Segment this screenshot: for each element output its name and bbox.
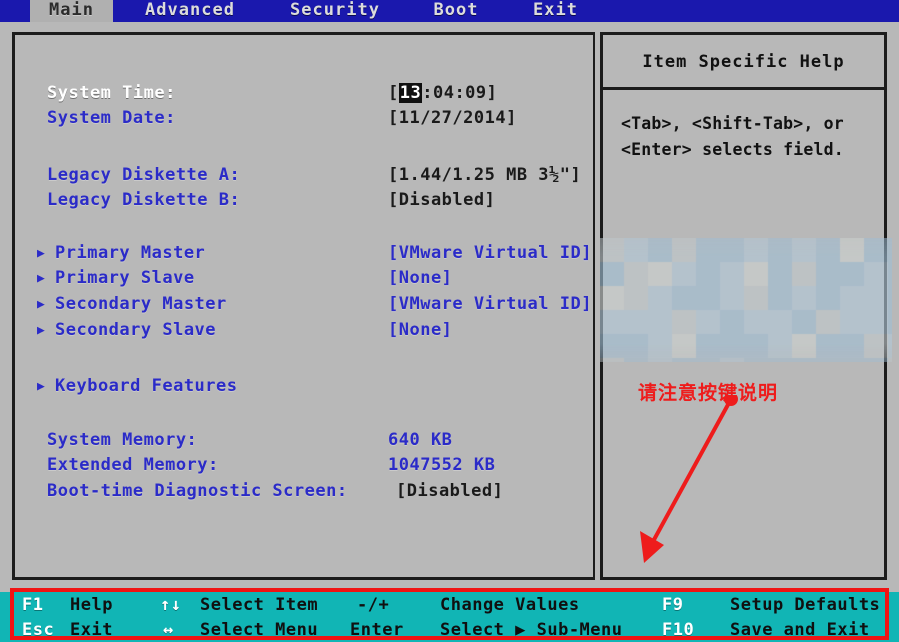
setting-value[interactable]: 640 KB xyxy=(388,428,452,453)
setting-value[interactable]: [VMware Virtual ID] xyxy=(388,241,592,266)
setting-value[interactable]: [Disabled] xyxy=(388,188,495,213)
setting-label: System Memory: xyxy=(47,428,197,453)
key-legend-key: F1 xyxy=(22,593,43,618)
tab-main[interactable]: Main xyxy=(30,0,113,22)
setting-label: Extended Memory: xyxy=(47,453,219,478)
bios-setup-screen: Main Advanced Security Boot Exit System Time… xyxy=(0,0,899,642)
key-legend-description: Select ▶ Sub-Menu xyxy=(440,618,623,642)
setting-label: Boot-time Diagnostic Screen: xyxy=(47,479,348,504)
tab-security[interactable]: Security xyxy=(280,0,390,22)
setting-value[interactable]: [Disabled] xyxy=(396,479,503,504)
value-prefix: [ xyxy=(388,83,399,103)
key-legend-key: F10 xyxy=(662,618,694,642)
setting-value[interactable]: [13:04:09] xyxy=(388,81,497,106)
key-legend-description: Select Item xyxy=(200,593,318,618)
submenu-arrow-icon: ▶ xyxy=(37,318,45,343)
key-legend-description: Help xyxy=(70,593,113,618)
setting-value[interactable]: [11/27/2014] xyxy=(388,106,517,131)
setting-value[interactable]: [VMware Virtual ID] xyxy=(388,292,592,317)
setting-value[interactable]: [None] xyxy=(388,318,452,343)
menu-bar: Main Advanced Security Boot Exit xyxy=(0,0,899,22)
submenu-arrow-icon: ▶ xyxy=(37,374,45,399)
help-panel-title: Item Specific Help xyxy=(603,35,884,90)
value-suffix: :04:09] xyxy=(422,83,497,103)
key-legend-key: Esc xyxy=(22,618,54,642)
key-legend-key: Enter xyxy=(350,618,404,642)
setting-row[interactable]: System Time: [13:04:09] xyxy=(15,81,593,106)
setting-label: Legacy Diskette B: xyxy=(47,188,240,213)
tab-boot[interactable]: Boot xyxy=(425,0,487,22)
setting-label: Legacy Diskette A: xyxy=(47,163,240,188)
setting-row[interactable]: ▶ Secondary Slave [None] xyxy=(15,318,593,343)
key-legend-description: Select Menu xyxy=(200,618,318,642)
key-legend-key: -/+ xyxy=(357,593,389,618)
help-line-2: <Enter> selects field. xyxy=(621,137,873,163)
key-legend-description: Setup Defaults xyxy=(730,593,880,618)
submenu-arrow-icon: ▶ xyxy=(37,292,45,317)
tab-advanced[interactable]: Advanced xyxy=(128,0,252,22)
setting-label: System Time: xyxy=(47,81,176,106)
submenu-arrow-icon: ▶ xyxy=(37,266,45,291)
annotation-label: 请注意按键说明 xyxy=(638,378,778,405)
setting-row[interactable]: ▶ Secondary Master [VMware Virtual ID] xyxy=(15,292,593,317)
setting-label: Primary Master xyxy=(55,241,205,266)
setting-label: System Date: xyxy=(47,106,176,131)
item-specific-help-panel: Item Specific Help <Tab>, <Shift-Tab>, o… xyxy=(600,32,887,580)
setting-row[interactable]: ▶ Primary Master [VMware Virtual ID] xyxy=(15,241,593,266)
submenu-arrow-icon: ▶ xyxy=(37,241,45,266)
key-legend-bar: F1 Help ↑↓ Select Item -/+ Change Values F9 Set… xyxy=(0,592,899,642)
edit-cursor-field[interactable]: 13 xyxy=(399,83,422,103)
setting-value[interactable]: [None] xyxy=(388,266,452,291)
setting-row[interactable]: Legacy Diskette B: [Disabled] xyxy=(15,188,593,213)
main-settings-panel: System Time: [13:04:09] System Date: [11/27… xyxy=(12,32,595,580)
setting-label: Secondary Slave xyxy=(55,318,216,343)
setting-row[interactable]: ▶ Primary Slave [None] xyxy=(15,266,593,291)
setting-value[interactable]: 1047552 KB xyxy=(388,453,495,478)
key-legend-key: ↔ xyxy=(163,618,174,642)
setting-row[interactable]: ▶ Keyboard Features xyxy=(15,374,593,399)
help-line-1: <Tab>, <Shift-Tab>, or xyxy=(621,111,873,137)
key-legend-description: Exit xyxy=(70,618,113,642)
setting-row[interactable]: System Memory: 640 KB xyxy=(15,428,593,453)
setting-row[interactable]: Extended Memory: 1047552 KB xyxy=(15,453,593,478)
setting-row[interactable]: Boot-time Diagnostic Screen: [Disabled] xyxy=(15,479,593,504)
setting-label: Primary Slave xyxy=(55,266,195,291)
key-legend-description: Change Values xyxy=(440,593,580,618)
key-legend-key: F9 xyxy=(662,593,683,618)
setting-row[interactable]: System Date: [11/27/2014] xyxy=(15,106,593,131)
help-panel-body: <Tab>, <Shift-Tab>, or <Enter> selects f… xyxy=(621,111,873,163)
setting-row[interactable]: Legacy Diskette A: [1.44/1.25 MB 3½"] xyxy=(15,163,593,188)
setting-value[interactable]: [1.44/1.25 MB 3½"] xyxy=(388,163,581,188)
key-legend-description: Save and Exit xyxy=(730,618,870,642)
setting-label: Keyboard Features xyxy=(55,374,238,399)
key-legend-key: ↑↓ xyxy=(160,593,181,618)
tab-exit[interactable]: Exit xyxy=(528,0,583,22)
setting-label: Secondary Master xyxy=(55,292,227,317)
